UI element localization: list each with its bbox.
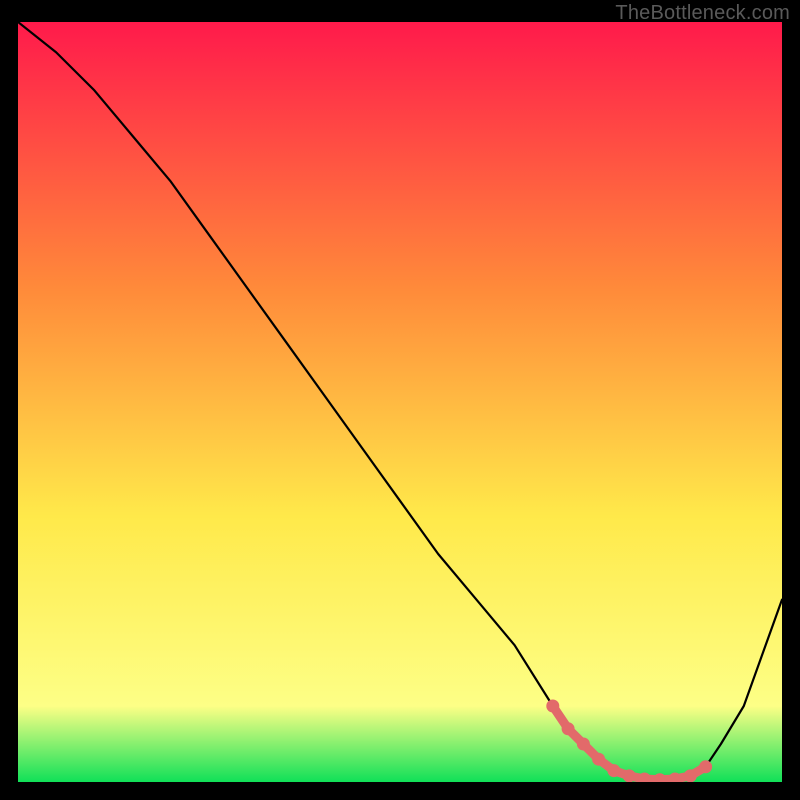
- sweet-spot-dot: [592, 753, 605, 766]
- plot-area: [18, 22, 782, 782]
- sweet-spot-dot: [607, 764, 620, 777]
- sweet-spot-dot: [623, 769, 636, 782]
- bottleneck-chart: [18, 22, 782, 782]
- sweet-spot-dot: [699, 760, 712, 773]
- chart-stage: TheBottleneck.com: [0, 0, 800, 800]
- sweet-spot-dot: [562, 722, 575, 735]
- sweet-spot-dot: [577, 738, 590, 751]
- sweet-spot-dot: [546, 700, 559, 713]
- sweet-spot-dot: [684, 769, 697, 782]
